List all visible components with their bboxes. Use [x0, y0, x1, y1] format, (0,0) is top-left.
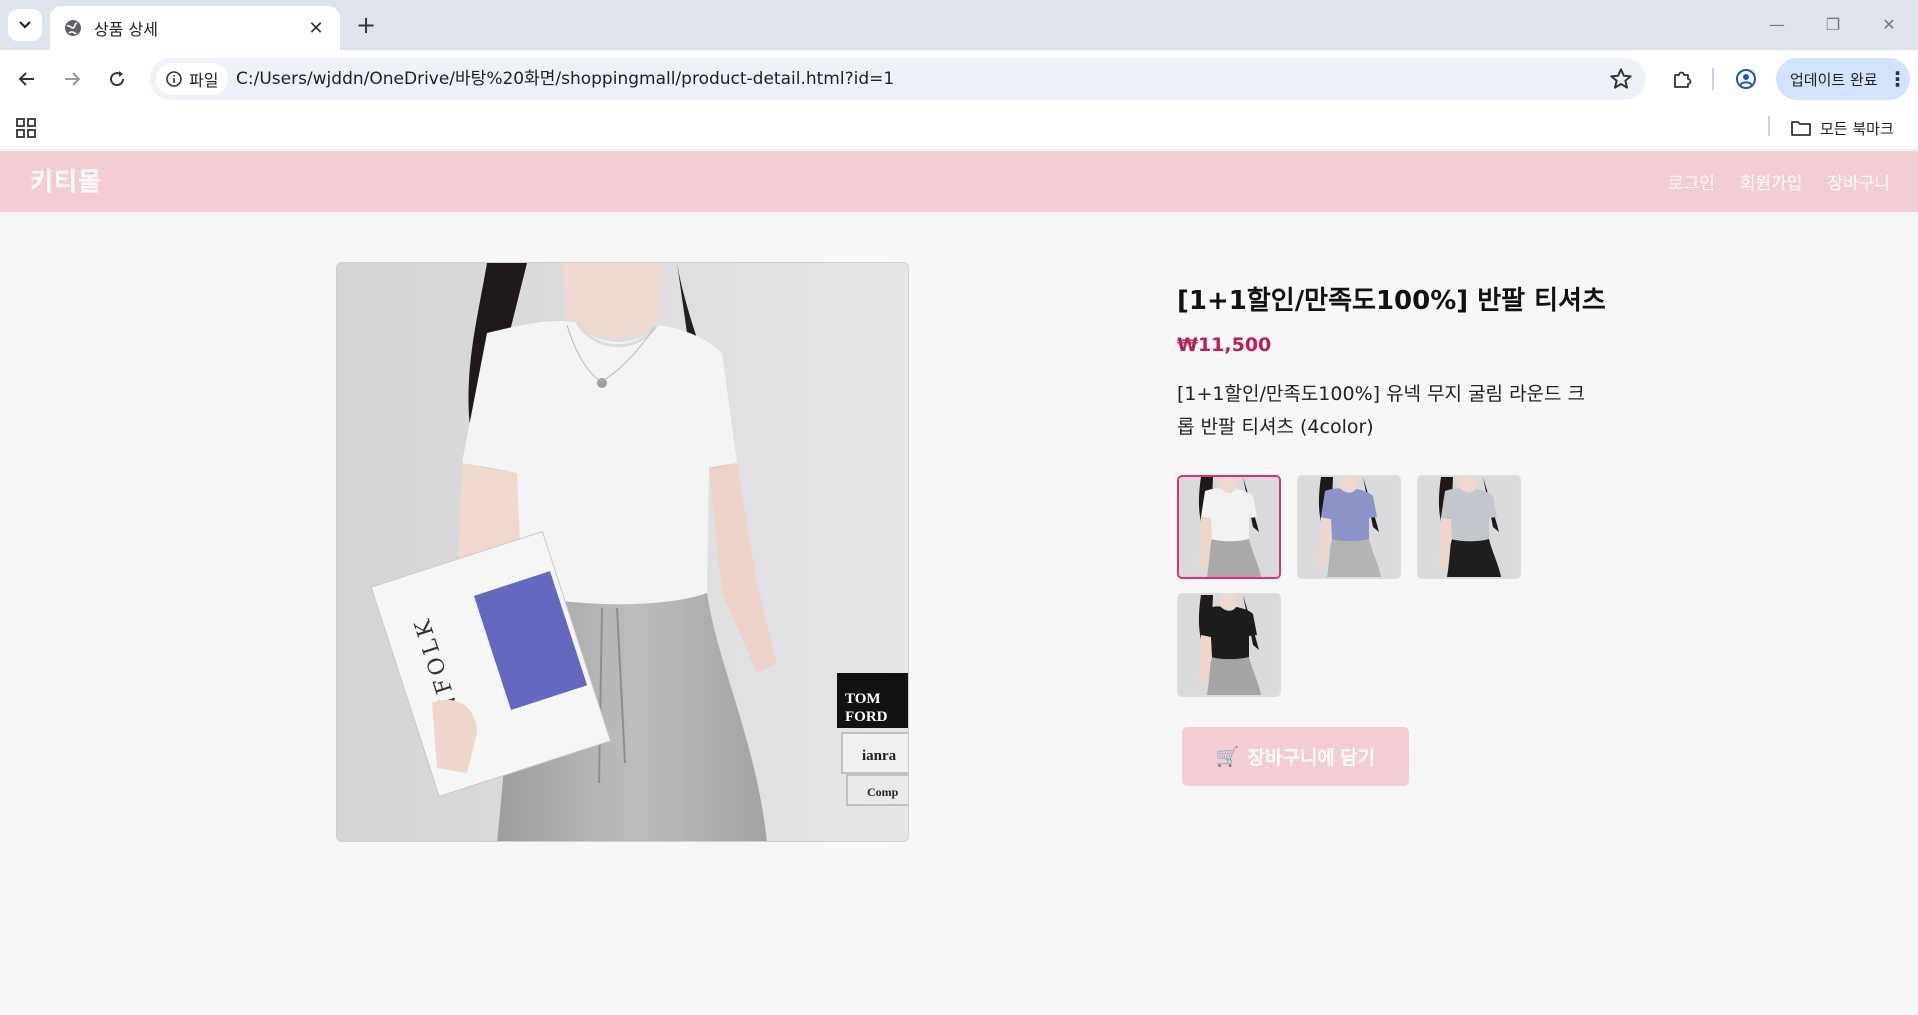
update-button-label: 업데이트 완료	[1790, 70, 1878, 89]
arrow-left-icon	[18, 72, 34, 86]
product-title: [1+1할인/만족도100%] 반팔 티셔츠	[1177, 286, 1606, 316]
forward-button[interactable]	[56, 63, 88, 95]
more-vertical-icon[interactable]: ⋮	[1888, 67, 1908, 91]
toolbar-separator	[1712, 68, 1714, 90]
all-bookmarks-button[interactable]: 모든 북마크	[1790, 113, 1894, 143]
nav-signup-link[interactable]: 회원가입	[1740, 169, 1803, 194]
add-to-cart-button[interactable]: 🛒 장바구니에 담기	[1182, 727, 1409, 786]
product-thumbnail-gray[interactable]	[1417, 475, 1521, 579]
product-info: [1+1할인/만족도100%] 반팔 티셔츠 ₩11,500 [1+1할인/만족…	[1177, 280, 1617, 444]
product-description: [1+1할인/만족도100%] 유넥 무지 굴림 라운드 크롭 반팔 티셔츠 (…	[1177, 383, 1586, 438]
side-book-line-1: TOM	[845, 691, 881, 707]
url-text[interactable]: C:/Users/wjddn/OneDrive/바탕%20화면/shopping…	[236, 58, 894, 100]
site-nav: 로그인 회원가입 장바구니	[1668, 151, 1890, 212]
reload-icon	[110, 71, 125, 87]
all-bookmarks-label: 모든 북마크	[1820, 119, 1894, 138]
product-main-image: KINFOLK TOM FORD ianra Comp	[336, 262, 909, 842]
close-tab-icon[interactable]: ✕	[306, 18, 326, 39]
product-thumbnail-white[interactable]	[1177, 475, 1281, 579]
side-book-line-4: Comp	[867, 785, 899, 799]
info-icon	[166, 71, 182, 87]
cart-icon: 🛒	[1215, 746, 1240, 768]
site-info-chip[interactable]: 파일	[156, 63, 229, 95]
product-thumbnail-blue[interactable]	[1297, 475, 1401, 579]
product-price: ₩11,500	[1177, 334, 1272, 356]
folder-icon	[1791, 121, 1811, 136]
tab-search-button[interactable]	[8, 9, 42, 41]
bookmark-star-icon[interactable]	[1608, 66, 1634, 92]
account-circle-icon	[1736, 69, 1756, 89]
restore-button[interactable]: ❐	[1818, 12, 1848, 38]
address-bar[interactable]: 파일 C:/Users/wjddn/OneDrive/바탕%20화면/shopp…	[150, 58, 1646, 100]
product-photo: KINFOLK TOM FORD ianra Comp	[337, 263, 908, 841]
site-header: 키티몰 로그인 회원가입 장바구니	[0, 151, 1918, 212]
browser-toolbar: 파일 C:/Users/wjddn/OneDrive/바탕%20화면/shopp…	[0, 50, 1918, 108]
site-logo[interactable]: 키티몰	[30, 151, 102, 212]
product-thumbnail-black[interactable]	[1177, 593, 1281, 697]
new-tab-button[interactable]: +	[352, 11, 380, 39]
update-button[interactable]: 업데이트 완료 ⋮	[1776, 58, 1910, 100]
site-chip-label: 파일	[189, 71, 219, 90]
arrow-right-icon	[65, 72, 81, 86]
bookmarks-bar: 모든 북마크	[0, 108, 1918, 150]
add-to-cart-label: 장바구니에 담기	[1247, 748, 1376, 769]
bookmarks-separator	[1768, 116, 1770, 136]
tab-title: 상품 상세	[94, 20, 158, 39]
back-button[interactable]	[11, 63, 43, 95]
apps-grid-icon[interactable]	[14, 116, 38, 140]
extensions-button[interactable]	[1666, 63, 1698, 95]
side-book-line-3: ianra	[862, 748, 897, 764]
nav-login-link[interactable]: 로그인	[1668, 169, 1715, 194]
browser-tab-active[interactable]: 상품 상세 ✕	[50, 6, 340, 50]
product-thumbnails	[1177, 475, 1547, 697]
globe-icon	[65, 20, 81, 36]
side-book-line-2: FORD	[845, 709, 888, 725]
profile-button[interactable]	[1730, 63, 1762, 95]
browser-tab-strip: 상품 상세 ✕ + — ❐ ✕	[0, 0, 1918, 50]
reload-button[interactable]	[101, 63, 133, 95]
close-window-button[interactable]: ✕	[1874, 12, 1904, 38]
chevron-down-icon	[19, 21, 31, 29]
minimize-button[interactable]: —	[1762, 12, 1792, 38]
nav-cart-link[interactable]: 장바구니	[1827, 169, 1890, 194]
puzzle-icon	[1674, 71, 1692, 88]
